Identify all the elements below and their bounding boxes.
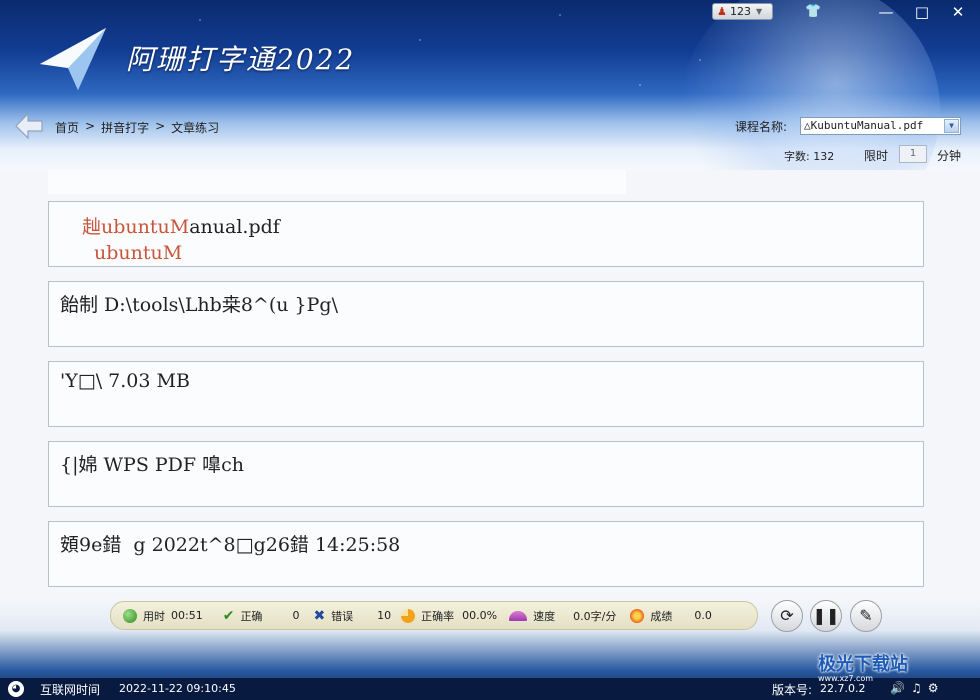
header-banner: 阿珊打字通2022 [0, 0, 980, 170]
stat-error-label: 错误 [331, 609, 354, 623]
stat-speed-value: 0.0字/分 [573, 609, 617, 623]
stat-accuracy-value: 00.0% [462, 609, 498, 622]
watermark-text: 极光下载站 [818, 654, 908, 675]
speedometer-icon [509, 610, 528, 621]
music-icon[interactable]: ♫ [911, 681, 922, 695]
stat-correct-value: 0 [292, 609, 300, 622]
pause-button[interactable]: ❚❚ [810, 600, 842, 632]
source-line: 赸ubuntuManual.pdf [82, 212, 280, 239]
minimize-button[interactable]: — [873, 2, 899, 22]
close-button[interactable]: ✕ [945, 2, 971, 22]
source-line: 頞9e錯 g 2022t^8□g26錯 14:25:58 [60, 534, 401, 556]
chevron-down-icon: ▼ [756, 7, 763, 16]
breadcrumb-home[interactable]: 首页 [55, 119, 79, 136]
version-label: 版本号: [772, 683, 813, 697]
stat-score-label: 成绩 [650, 609, 673, 623]
stat-score: 成绩 0.0 [630, 608, 712, 624]
restart-button[interactable]: ⟳ [771, 600, 803, 632]
tray-icons: 🔊 ♫ ⚙ [890, 681, 938, 695]
refresh-icon: ⟳ [780, 606, 794, 625]
paper-plane-logo-icon [40, 28, 106, 90]
breadcrumb-separator: > [85, 119, 96, 133]
user-icon: ♟ [717, 5, 727, 18]
volume-icon[interactable]: 🔊 [890, 681, 905, 695]
app-title: 阿珊打字通2022 [126, 43, 356, 76]
clock-sync-icon[interactable]: ◕ [8, 681, 24, 697]
check-icon: ✔ [222, 607, 235, 624]
user-account-button[interactable]: ♟ 123 ▼ [712, 3, 773, 20]
text-panel-3[interactable]: 'Y□\ 7.03 MB [48, 361, 924, 427]
time-limit-label: 限时 [864, 149, 889, 163]
stat-accuracy-label: 正确率 [421, 609, 455, 623]
time-limit-unit: 分钟 [937, 149, 962, 163]
cross-icon: ✖ [313, 607, 326, 624]
medal-icon [630, 608, 645, 623]
stat-correct: ✔ 正确 0 [223, 608, 300, 624]
text-panel-4[interactable]: {|婂 WPS PDF 嘷ch [48, 441, 924, 507]
maximize-button[interactable]: □ [909, 2, 935, 22]
text-panel-5[interactable]: 頞9e錯 g 2022t^8□g26錯 14:25:58 [48, 521, 924, 587]
stat-correct-label: 正确 [240, 609, 263, 623]
watermark-url: www.xz7.com [818, 674, 874, 683]
stat-time-value: 00:51 [171, 609, 203, 622]
back-arrow-icon[interactable] [14, 112, 44, 140]
net-time-label: 互联网时间 [40, 683, 101, 697]
course-select-value: △KubuntuManual.pdf [804, 119, 924, 132]
source-line: 飴制 D:\tools\Lhb桒8^(u }Pg\ [60, 294, 338, 316]
stat-time-label: 用时 [143, 609, 165, 623]
stat-error: ✖ 错误 10 [313, 608, 391, 624]
breadcrumb-separator: > [155, 119, 166, 133]
input-line[interactable]: ubuntuM [94, 242, 182, 264]
version-value: 22.7.0.2 [820, 682, 866, 695]
pie-icon [401, 608, 416, 623]
course-label: 课程名称: [735, 120, 788, 134]
stat-speed: 速度 0.0字/分 [509, 608, 616, 624]
stat-speed-label: 速度 [533, 609, 556, 623]
report-button[interactable]: ✎ [850, 600, 882, 632]
untyped-text: anual.pdf [189, 216, 280, 238]
progress-strip [48, 170, 626, 194]
user-name: 123 [730, 5, 751, 18]
stats-bar: 用时 00:51 ✔ 正确 0 ✖ 错误 10 正确率 00.0% 速度 0.0… [110, 601, 758, 630]
text-panel-1[interactable]: 赸ubuntuManual.pdf ubuntuM [48, 201, 924, 267]
source-line: 'Y□\ 7.03 MB [60, 370, 190, 392]
net-time-value: 2022-11-22 09:10:45 [119, 682, 236, 695]
breadcrumb-article-practice: 文章练习 [171, 121, 220, 135]
stat-error-value: 10 [377, 609, 392, 622]
time-limit-input[interactable]: 1 [899, 145, 927, 163]
skin-shirt-icon[interactable]: 👕 [805, 4, 821, 19]
stat-accuracy: 正确率 00.0% [401, 608, 497, 624]
course-select[interactable]: △KubuntuManual.pdf ▼ [800, 117, 961, 135]
stat-score-value: 0.0 [694, 609, 712, 622]
watermark-logo: 极光下载站 www.xz7.com [818, 650, 908, 683]
stat-time: 用时 00:51 [123, 608, 203, 624]
text-panel-2[interactable]: 飴制 D:\tools\Lhb桒8^(u }Pg\ [48, 281, 924, 347]
dropdown-arrow-icon[interactable]: ▼ [944, 119, 959, 133]
word-count: 字数: 132 [784, 150, 835, 163]
breadcrumb-pinyin[interactable]: 拼音打字 [101, 119, 149, 136]
breadcrumb: 首页 > 拼音打字 > 文章练习 [55, 119, 219, 136]
pause-icon: ❚❚ [812, 606, 840, 625]
settings-icon[interactable]: ⚙ [928, 681, 939, 695]
typed-text: 赸ubuntuM [82, 216, 190, 238]
clock-icon [123, 608, 137, 623]
source-line: {|婂 WPS PDF 嘷ch [60, 454, 245, 476]
edit-document-icon: ✎ [859, 606, 873, 625]
